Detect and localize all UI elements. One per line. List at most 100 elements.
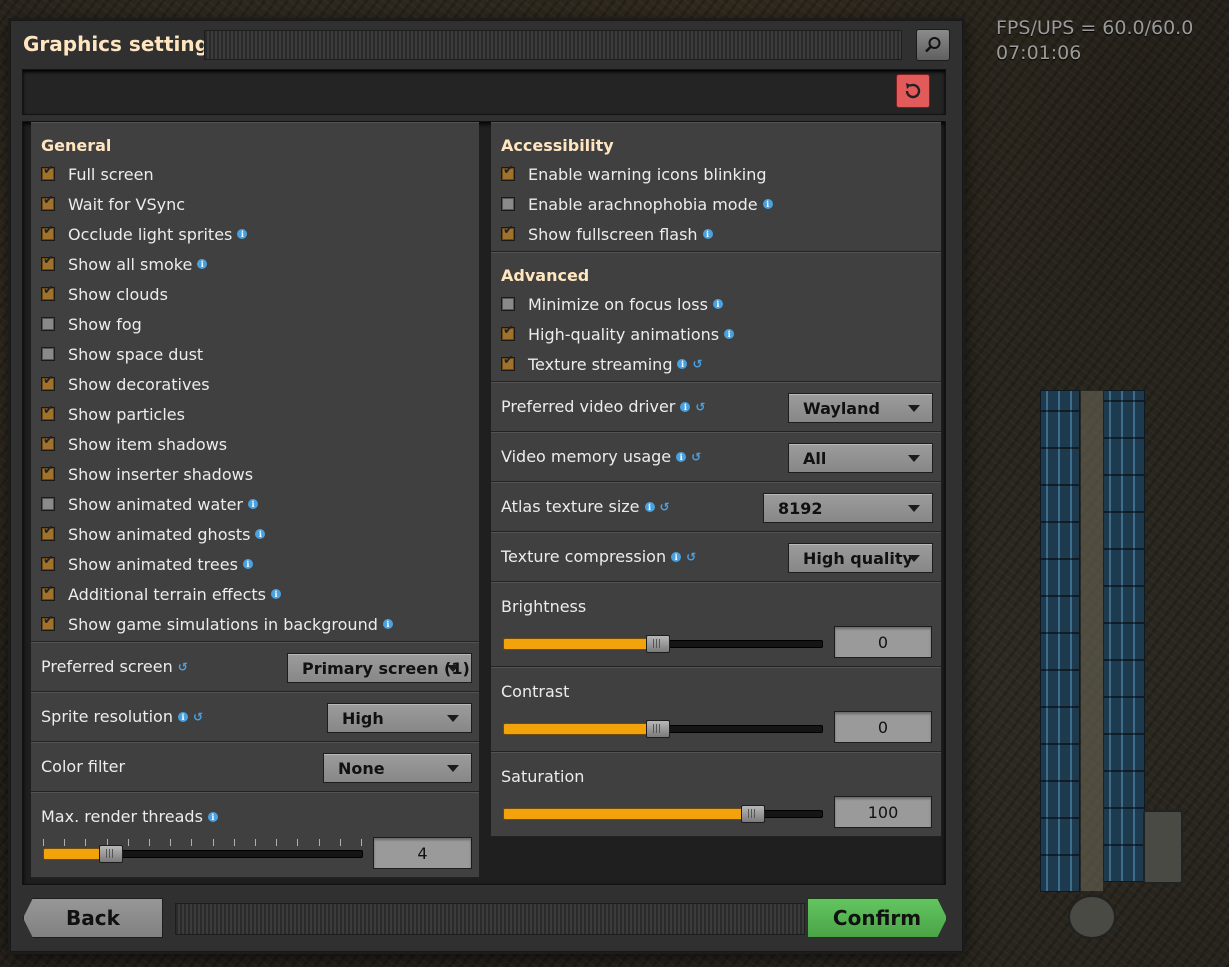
reset-to-defaults-button[interactable] [896,74,930,108]
render-threads-handle[interactable] [99,845,123,863]
info-icon[interactable]: i [207,811,218,822]
color-filter-dropdown[interactable]: None [323,753,472,783]
checkbox[interactable] [41,253,55,271]
checkbox[interactable] [41,193,55,211]
option-show-animated-ghosts[interactable]: Show animated ghosts i [41,521,266,547]
option-show-animated-water[interactable]: Show animated water i [41,491,258,517]
option-show-animated-trees[interactable]: Show animated trees i [41,551,253,577]
checkbox[interactable] [41,463,55,481]
checkbox[interactable] [41,223,55,241]
option-show-particles[interactable]: Show particles [41,401,185,427]
checkbox[interactable] [501,323,515,341]
texture-compression-dropdown[interactable]: High quality [788,543,933,573]
checkbox[interactable] [501,223,515,241]
option-show-fog[interactable]: Show fog [41,311,142,337]
contrast-value[interactable]: 0 [834,711,932,743]
contrast-handle[interactable] [646,720,670,738]
brightness-handle[interactable] [646,635,670,653]
info-icon[interactable]: i [676,451,687,462]
option-show-item-shadows[interactable]: Show item shadows [41,431,227,457]
contrast-row: Contrast 0 [491,667,941,752]
checkbox[interactable] [41,283,55,301]
checkbox[interactable] [41,497,55,511]
checkbox[interactable] [501,297,515,311]
info-icon[interactable]: i [242,559,253,569]
preferred-screen-row: Preferred screen ↺ Primary screen (1) [31,642,479,692]
checkbox[interactable] [41,373,55,391]
option-show-all-smoke[interactable]: Show all smoke i [41,251,208,277]
video-driver-dropdown[interactable]: Wayland [788,393,933,423]
checkbox[interactable] [41,583,55,601]
info-icon[interactable]: i [712,299,723,309]
sprite-resolution-dropdown[interactable]: High [327,703,472,733]
option-enable-arachnophobia-mode[interactable]: Enable arachnophobia mode i [501,191,773,217]
checkbox[interactable] [41,613,55,631]
info-icon[interactable]: i [724,329,735,339]
option-occlude-light-sprites[interactable]: Occlude light sprites i [41,221,248,247]
option-show-game-simulations-in-background[interactable]: Show game simulations in background i [41,611,393,637]
option-wait-for-vsync[interactable]: Wait for VSync [41,191,185,217]
video-memory-value: All [803,448,827,468]
info-icon[interactable]: i [762,199,773,209]
texture-compression-value: High quality [803,548,913,568]
preferred-screen-dropdown[interactable]: Primary screen (1) [287,653,472,683]
render-threads-text: Max. render threads [41,807,203,826]
option-label: Show clouds [68,284,168,304]
info-icon[interactable]: i [702,229,713,239]
checkbox[interactable] [41,163,55,181]
checkbox[interactable] [41,403,55,421]
info-icon[interactable]: i [644,501,655,512]
option-show-clouds[interactable]: Show clouds [41,281,168,307]
option-show-space-dust[interactable]: Show space dust [41,341,203,367]
reset-icon [905,83,921,99]
confirm-button[interactable]: Confirm [807,898,947,938]
drag-handle[interactable] [204,30,902,60]
checkbox[interactable] [41,523,55,541]
option-enable-warning-icons-blinking[interactable]: Enable warning icons blinking [501,161,767,187]
accessibility-heading: Accessibility [501,136,614,155]
checkbox[interactable] [41,347,55,361]
footer-drag-handle[interactable] [175,903,805,935]
option-additional-terrain-effects[interactable]: Additional terrain effects i [41,581,281,607]
checkbox[interactable] [501,197,515,211]
advanced-heading: Advanced [501,266,590,285]
option-minimize-on-focus-loss[interactable]: Minimize on focus loss i [501,291,723,317]
option-show-decoratives[interactable]: Show decoratives [41,371,210,397]
info-icon[interactable]: i [382,619,393,629]
atlas-size-dropdown[interactable]: 8192 [763,493,933,523]
option-texture-streaming[interactable]: Texture streaming i ↺ [501,351,703,377]
chevron-down-icon [908,505,920,512]
brightness-fill [503,638,654,650]
saturation-value[interactable]: 100 [834,796,932,828]
game-time: 07:01:06 [996,42,1082,64]
sprite-resolution-row: Sprite resolution i ↺ High [31,692,479,742]
checkbox[interactable] [41,317,55,331]
info-icon[interactable]: i [271,589,281,599]
slider-tick [276,839,277,846]
option-show-fullscreen-flash[interactable]: Show fullscreen flash i [501,221,713,247]
back-button[interactable]: Back [23,898,163,938]
info-icon[interactable]: i [237,229,248,239]
info-icon[interactable]: i [680,401,691,412]
slider-tick [85,839,86,846]
info-icon[interactable]: i [197,259,208,269]
texture-compression-text: Texture compression [501,547,667,566]
info-icon[interactable]: i [255,529,266,539]
sprite-resolution-text: Sprite resolution [41,707,173,726]
checkbox[interactable] [41,553,55,571]
checkbox[interactable] [41,433,55,451]
brightness-value[interactable]: 0 [834,626,932,658]
info-icon[interactable]: i [177,711,188,722]
option-full-screen[interactable]: Full screen [41,161,154,187]
checkbox[interactable] [501,163,515,181]
info-icon[interactable]: i [677,359,688,369]
render-threads-value[interactable]: 4 [373,837,472,869]
option-show-inserter-shadows[interactable]: Show inserter shadows [41,461,253,487]
video-memory-dropdown[interactable]: All [788,443,933,473]
option-high-quality-animations[interactable]: High-quality animations i [501,321,735,347]
search-button[interactable] [916,29,950,61]
saturation-handle[interactable] [741,805,765,823]
checkbox[interactable] [501,353,515,371]
info-icon[interactable]: i [247,499,258,509]
info-icon[interactable]: i [671,551,682,562]
